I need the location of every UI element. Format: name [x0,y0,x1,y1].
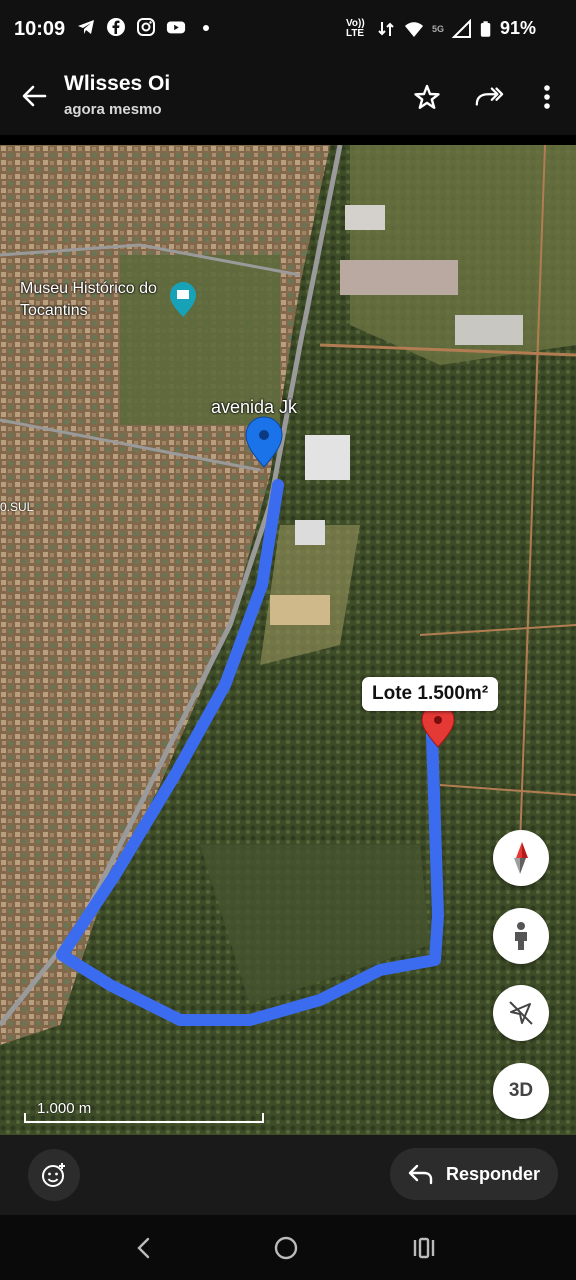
reply-button[interactable]: Responder [390,1148,558,1200]
forward-icon[interactable] [474,82,504,112]
system-nav-bar [0,1215,576,1280]
museum-label: Museu Histórico do Tocantins [20,280,157,319]
clock: 10:09 [14,18,66,40]
satellite-map[interactable]: Museu Histórico do Tocantins avenida Jk … [0,145,576,1135]
wifi-icon [404,21,423,37]
emoji-add-icon [42,1163,65,1187]
compass-button[interactable] [493,830,549,886]
navigation-off-icon [509,1001,533,1025]
status-right: Vo)) LTE 5G 91% [346,18,536,39]
district-label: 0.SUL [0,500,34,514]
notification-icons [76,17,216,37]
status-bar: 10:09 Vo)) LTE 5G 91% [0,0,576,60]
pegman-icon [515,922,527,950]
compass-icon [514,842,528,874]
reply-arrow-icon [408,1164,433,1185]
network-label: Vo)) LTE [345,17,365,39]
avenida-label: avenida Jk [211,397,298,417]
nav-home-icon[interactable] [273,1235,299,1261]
youtube-icon [166,21,186,34]
sent-time: agora mesmo [64,101,162,118]
more-options-icon[interactable] [532,82,562,112]
reply-label: Responder [445,1163,541,1184]
facebook-icon [107,18,125,36]
battery-level: 91% [499,18,536,38]
react-button[interactable] [28,1149,80,1201]
cell-signal-icon [451,18,471,38]
app-bar: Wlisses Oi agora mesmo [0,60,576,135]
nav-recents-icon[interactable] [411,1235,437,1261]
data-arrows-icon [378,21,394,36]
street-view-button[interactable] [493,908,549,964]
telegram-icon [78,20,94,34]
signal-5g-label: 5G [431,23,444,34]
back-arrow-icon[interactable] [20,82,48,110]
battery-icon [480,20,491,37]
map-scale-bar [24,1113,264,1123]
instagram-icon [137,18,155,36]
dot-icon [203,25,209,31]
3d-button[interactable]: 3D [493,1063,549,1119]
bottom-bar: Responder [0,1135,576,1215]
sender-name: Wlisses Oi [64,72,171,95]
star-icon[interactable] [412,82,442,112]
nav-back-icon[interactable] [131,1235,157,1261]
tilt-off-button[interactable] [493,985,549,1041]
lote-label[interactable]: Lote 1.500m² [362,677,499,711]
